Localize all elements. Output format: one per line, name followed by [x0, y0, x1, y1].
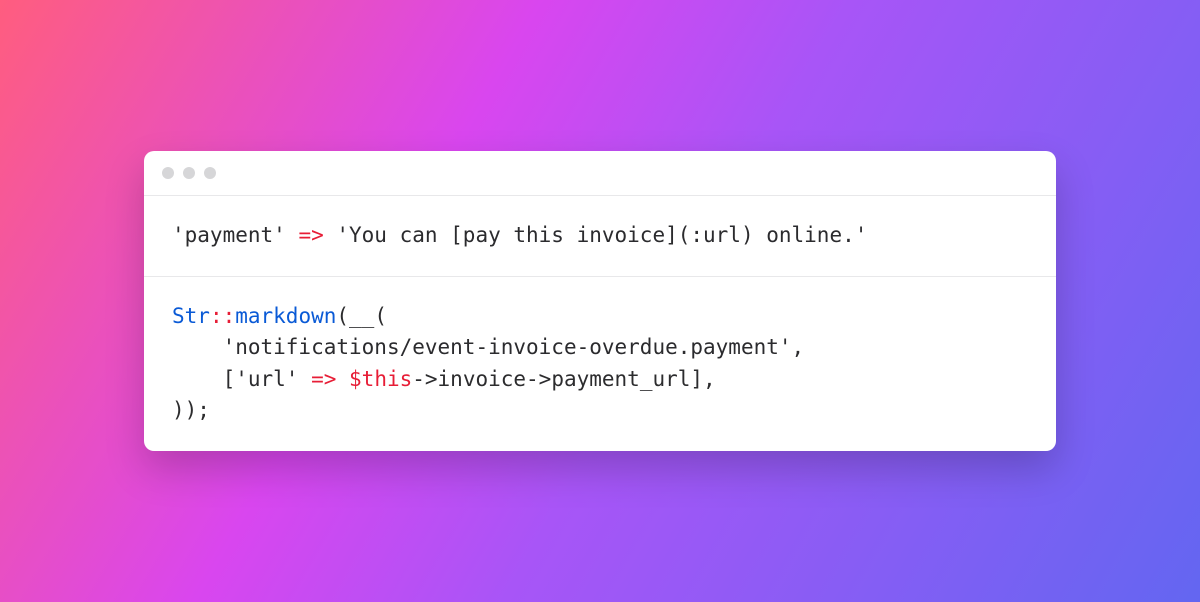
- code-token-string: 'You can [pay this invoice](:url) online…: [336, 223, 867, 247]
- code-token-func: markdown: [235, 304, 336, 328]
- code-token-arrow: =>: [286, 223, 337, 247]
- minimize-icon[interactable]: [183, 167, 195, 179]
- code-token-arrow: =>: [298, 367, 349, 391]
- code-block-2: Str::markdown(__( 'notifications/event-i…: [144, 277, 1056, 451]
- code-token-scope: ::: [210, 304, 235, 328]
- code-token-string: 'notifications/event-invoice-overdue.pay…: [223, 335, 792, 359]
- code-indent: [172, 367, 223, 391]
- close-icon[interactable]: [162, 167, 174, 179]
- window-titlebar: [144, 151, 1056, 196]
- code-token-punct: (__(: [336, 304, 387, 328]
- maximize-icon[interactable]: [204, 167, 216, 179]
- gradient-background: 'payment' => 'You can [pay this invoice]…: [0, 0, 1200, 602]
- code-block-1: 'payment' => 'You can [pay this invoice]…: [144, 196, 1056, 277]
- code-token-punct: [: [223, 367, 236, 391]
- code-window: 'payment' => 'You can [pay this invoice]…: [144, 151, 1056, 451]
- code-token-class: Str: [172, 304, 210, 328]
- code-token-punct: ,: [792, 335, 805, 359]
- code-token-string: 'url': [235, 367, 298, 391]
- code-token-string: 'payment': [172, 223, 286, 247]
- code-token-var: $this: [349, 367, 412, 391]
- code-token-punct: ],: [690, 367, 715, 391]
- code-indent: [172, 335, 223, 359]
- code-token-punct: ->invoice->payment_url: [412, 367, 690, 391]
- code-token-punct: ));: [172, 398, 210, 422]
